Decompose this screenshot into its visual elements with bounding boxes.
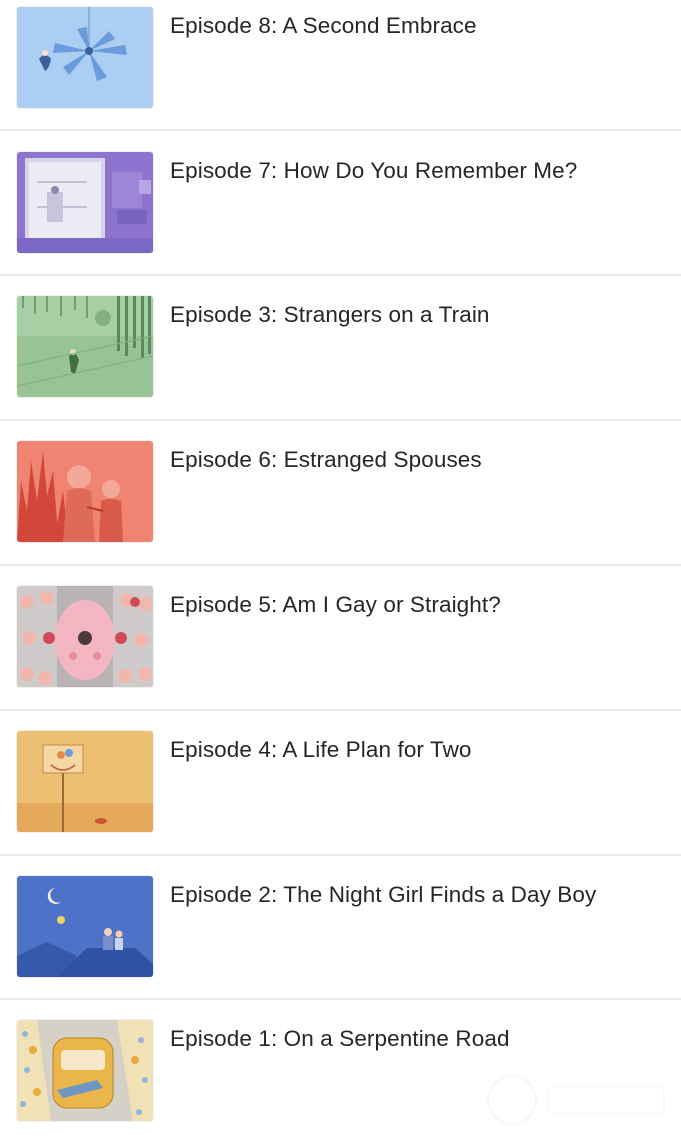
episode-title[interactable]: Episode 7: How Do You Remember Me? [170,152,615,189]
episode-thumbnail[interactable] [17,731,153,832]
episode-item[interactable]: Episode 7: How Do You Remember Me? [0,131,681,275]
episode-item[interactable]: Episode 4: A Life Plan for Two [0,711,681,855]
episode-item[interactable]: Episode 8: A Second Embrace [0,0,681,131]
episode-thumbnail[interactable] [17,441,153,542]
ceiling-fan-illustration-icon [17,7,153,108]
episode-title[interactable]: Episode 2: The Night Girl Finds a Day Bo… [170,876,615,913]
episode-item[interactable]: Episode 6: Estranged Spouses [0,421,681,565]
episode-thumbnail[interactable] [17,876,153,977]
episode-thumbnail[interactable] [17,586,153,687]
episode-thumbnail[interactable] [17,1020,153,1121]
episode-item[interactable]: Episode 3: Strangers on a Train [0,276,681,420]
episode-thumbnail[interactable] [17,152,153,253]
yellow-car-illustration-icon [17,1020,153,1121]
episode-title[interactable]: Episode 3: Strangers on a Train [170,296,615,333]
episode-title[interactable]: Episode 8: A Second Embrace [170,7,615,44]
episode-title[interactable]: Episode 6: Estranged Spouses [170,441,615,478]
purple-rooms-illustration-icon [17,152,153,253]
episode-title[interactable]: Episode 5: Am I Gay or Straight? [170,586,615,623]
green-forest-illustration-icon [17,296,153,397]
episode-list: Episode 8: A Second Embrace Episode 7: H… [0,0,681,1136]
episode-thumbnail[interactable] [17,296,153,397]
episode-title[interactable]: Episode 4: A Life Plan for Two [170,731,615,768]
night-rooftop-illustration-icon [17,876,153,977]
faces-crowd-illustration-icon [17,586,153,687]
episode-title[interactable]: Episode 1: On a Serpentine Road [170,1020,615,1057]
episode-thumbnail[interactable] [17,7,153,108]
basketball-hoop-illustration-icon [17,731,153,832]
episode-item[interactable]: Episode 2: The Night Girl Finds a Day Bo… [0,856,681,1000]
watermark-logo-icon [487,1075,665,1125]
episode-item[interactable]: Episode 5: Am I Gay or Straight? [0,566,681,710]
red-flames-illustration-icon [17,441,153,542]
